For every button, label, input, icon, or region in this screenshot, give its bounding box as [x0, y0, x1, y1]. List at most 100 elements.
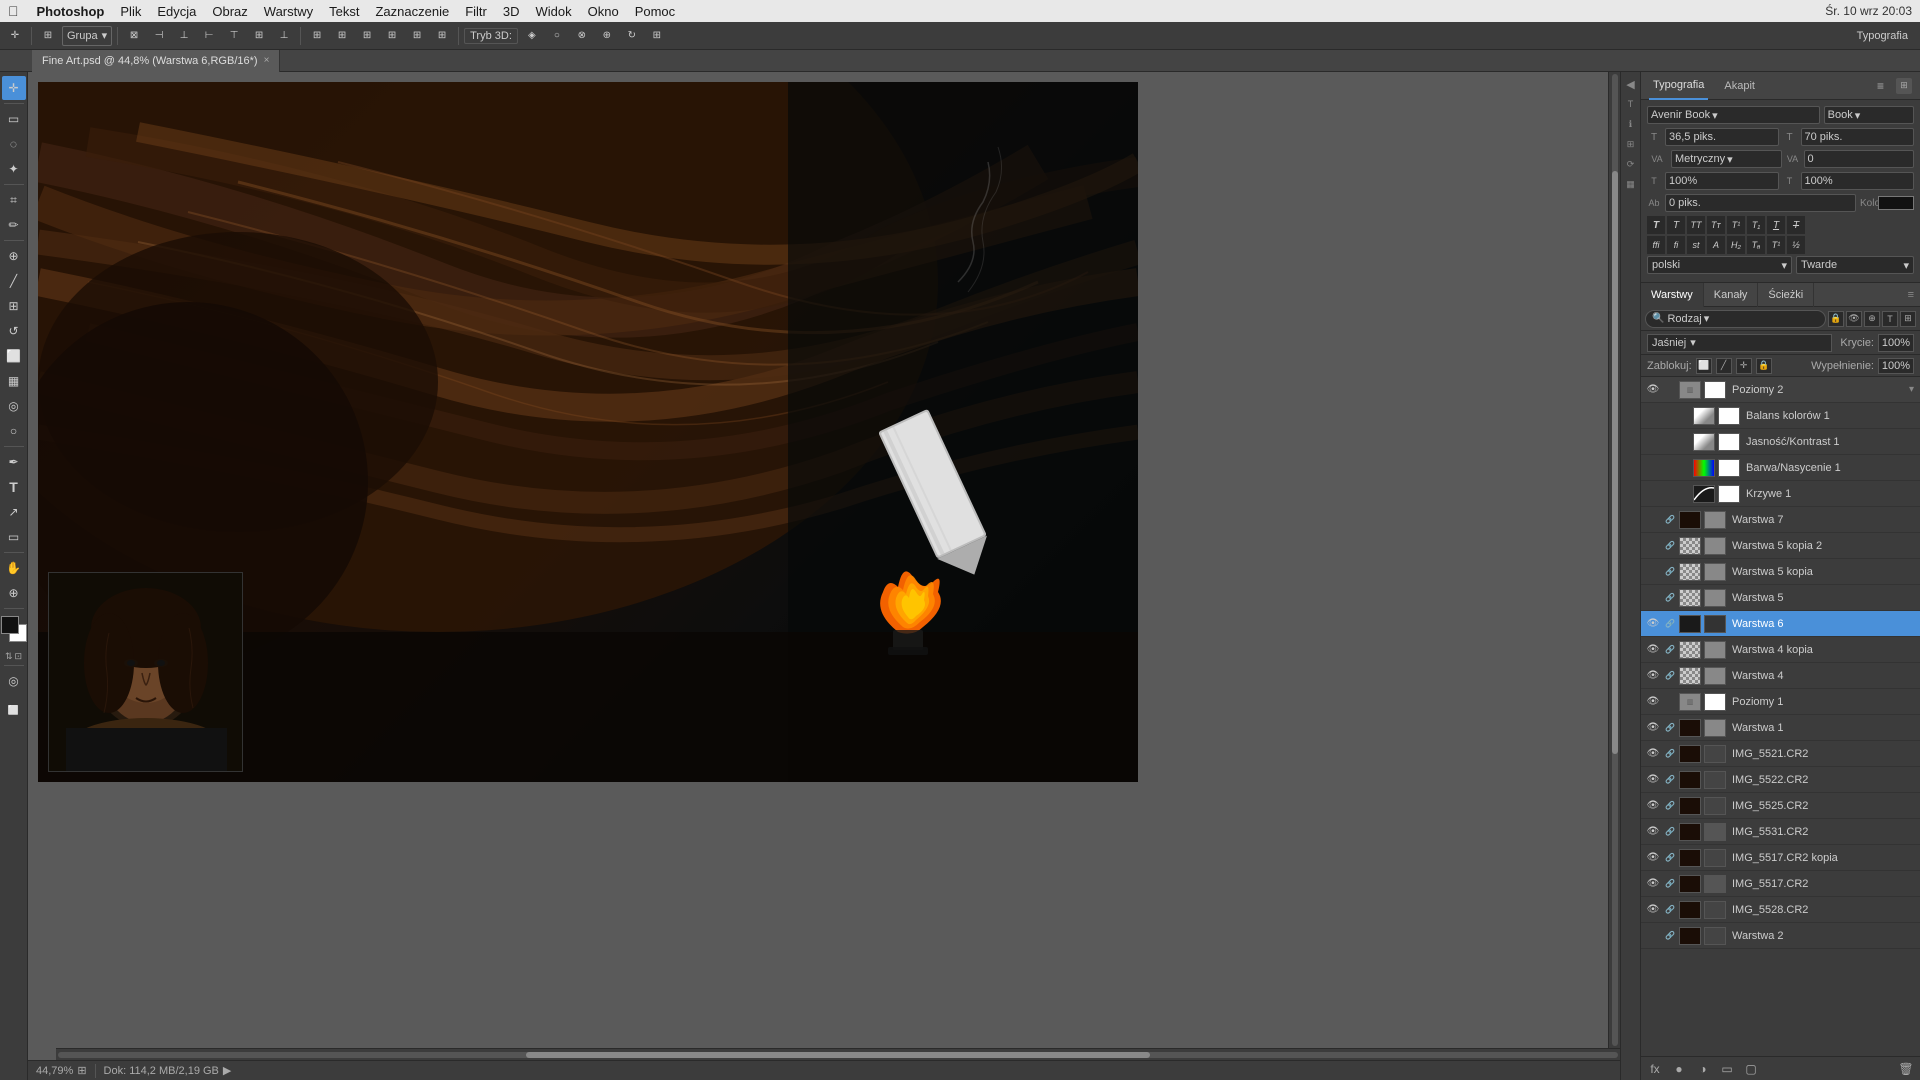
magic-wand-tool[interactable]: ✦	[2, 157, 26, 181]
filter-adj-icon[interactable]: ⊕	[1864, 311, 1880, 327]
layer-item-w2[interactable]: 🔗 Warstwa 2	[1641, 923, 1920, 949]
ligature-btn2[interactable]: fi	[1667, 236, 1685, 254]
layer-item-w1[interactable]: 👁 🔗 Warstwa 1	[1641, 715, 1920, 741]
menu-tekst[interactable]: Tekst	[321, 0, 367, 22]
zoom-tool[interactable]: ⊕	[2, 581, 26, 605]
align-top-btn[interactable]: ⊤	[223, 25, 245, 47]
panel-expand-btn[interactable]: ◀	[1623, 76, 1639, 92]
small-caps-btn[interactable]: Tᴛ	[1707, 216, 1725, 234]
scale-v-input[interactable]: 100%	[1801, 172, 1915, 190]
layer-eye-7[interactable]	[1645, 538, 1661, 554]
layer-eye-18[interactable]: 👁	[1645, 824, 1661, 840]
ordinal-btn[interactable]: st	[1687, 236, 1705, 254]
lock-position-btn[interactable]: ✛	[1736, 358, 1752, 374]
layer-item-warstwa7[interactable]: 🔗 Warstwa 7	[1641, 507, 1920, 533]
layer-item-img5517[interactable]: 👁 🔗 IMG_5517.CR2	[1641, 871, 1920, 897]
distribute-btn5[interactable]: ⊞	[406, 25, 428, 47]
layer-item-w5k[interactable]: 🔗 Warstwa 5 kopia	[1641, 559, 1920, 585]
distribute-btn4[interactable]: ⊞	[381, 25, 403, 47]
ligature-btn1[interactable]: ffi	[1647, 236, 1665, 254]
eraser-tool[interactable]: ⬜	[2, 344, 26, 368]
text-tool[interactable]: T	[2, 475, 26, 499]
lasso-tool[interactable]: ◌	[2, 132, 26, 156]
baseline2-btn[interactable]: Tₐ	[1747, 236, 1765, 254]
panel-menu-icon[interactable]: ≡	[1877, 79, 1884, 93]
font-style-dropdown[interactable]: Book ▾	[1824, 106, 1914, 124]
layer-eye-15[interactable]: 👁	[1645, 746, 1661, 762]
strikethrough-btn[interactable]: T	[1787, 216, 1805, 234]
move-tool-btn[interactable]: ✛	[4, 25, 26, 47]
3d-btn6[interactable]: ⊞	[646, 25, 668, 47]
panel-expand-icon[interactable]: ⊞	[1896, 78, 1912, 94]
layer-item-img5517k[interactable]: 👁 🔗 IMG_5517.CR2 kopia	[1641, 845, 1920, 871]
group-arrow-1[interactable]: ▾	[1909, 384, 1914, 395]
kerning-dropdown[interactable]: Metryczny ▾	[1671, 150, 1782, 168]
clone-stamp-tool[interactable]: ⊞	[2, 294, 26, 318]
align-left-btn[interactable]: ⊣	[148, 25, 170, 47]
font-size-input[interactable]: 36,5 piks.	[1665, 128, 1779, 146]
menu-pomoc[interactable]: Pomoc	[627, 0, 683, 22]
layers-search[interactable]: 🔍 Rodzaj ▾	[1645, 310, 1826, 328]
superscript2-btn[interactable]: T¹	[1767, 236, 1785, 254]
brush-tool[interactable]: ╱	[2, 269, 26, 293]
delete-layer-btn[interactable]: 🗑	[1896, 1060, 1916, 1078]
path-select-tool[interactable]: ↗	[2, 500, 26, 524]
fill-value[interactable]: 100%	[1878, 358, 1914, 374]
zoom-icon[interactable]: ⊞	[77, 1064, 86, 1077]
aa-method-dropdown[interactable]: Twarde ▾	[1796, 256, 1914, 274]
new-adjustment-btn[interactable]: ◑	[1693, 1060, 1713, 1078]
filter-type-icon[interactable]: T	[1882, 311, 1898, 327]
tracking-input[interactable]: 0	[1804, 150, 1915, 168]
distribute-btn6[interactable]: ⊞	[431, 25, 453, 47]
v-scroll-track[interactable]	[1612, 74, 1618, 1046]
tab-typography[interactable]: Typografia	[1649, 72, 1708, 100]
layer-eye-5[interactable]	[1645, 486, 1661, 502]
layer-item-w5[interactable]: 🔗 Warstwa 5	[1641, 585, 1920, 611]
layers-list[interactable]: 👁 ▥ Poziomy 2 ▾ Balans kolorów	[1641, 377, 1920, 1056]
h-scroll-thumb[interactable]	[526, 1052, 1150, 1058]
3d-btn5[interactable]: ↻	[621, 25, 643, 47]
layers-panel-menu[interactable]: ≡	[1902, 289, 1920, 301]
gradient-tool[interactable]: ▦	[2, 369, 26, 393]
menu-obraz[interactable]: Obraz	[204, 0, 255, 22]
font-family-dropdown[interactable]: Avenir Book ▾	[1647, 106, 1820, 124]
menu-okno[interactable]: Okno	[580, 0, 627, 22]
superscript-btn[interactable]: T¹	[1727, 216, 1745, 234]
apple-icon[interactable]: 	[8, 3, 19, 19]
faux-bold-btn[interactable]: T	[1647, 216, 1665, 234]
layer-item-w5k2[interactable]: 🔗 Warstwa 5 kopia 2	[1641, 533, 1920, 559]
doc-tab-close[interactable]: ×	[264, 55, 270, 66]
auto-select-btn[interactable]: ⊞	[37, 25, 59, 47]
panel-icon-3[interactable]: ⊞	[1623, 136, 1639, 152]
shape-tool[interactable]: ▭	[2, 525, 26, 549]
layer-item-balans[interactable]: Balans kolorów 1	[1641, 403, 1920, 429]
lock-all-btn[interactable]: 🔒	[1756, 358, 1772, 374]
layer-item-poziomy2[interactable]: 👁 ▥ Poziomy 2 ▾	[1641, 377, 1920, 403]
layers-tab-warstwy[interactable]: Warstwy	[1641, 283, 1704, 307]
layer-eye-21[interactable]: 👁	[1645, 902, 1661, 918]
layer-item-barwa[interactable]: Barwa/Nasycenie 1	[1641, 455, 1920, 481]
hand-tool[interactable]: ✋	[2, 556, 26, 580]
menu-widok[interactable]: Widok	[528, 0, 580, 22]
screen-mode-btn[interactable]: ⬜	[2, 698, 26, 722]
panel-icon-4[interactable]: ⟳	[1623, 156, 1639, 172]
dodge-tool[interactable]: ○	[2, 419, 26, 443]
layer-eye-1[interactable]: 👁	[1645, 382, 1661, 398]
play-btn[interactable]: ▶	[223, 1064, 231, 1077]
group-dropdown[interactable]: Grupa ▾	[62, 26, 112, 46]
menu-plik[interactable]: Plik	[112, 0, 149, 22]
eyedropper-tool[interactable]: ✏	[2, 213, 26, 237]
layer-eye-9[interactable]	[1645, 590, 1661, 606]
layer-eye-16[interactable]: 👁	[1645, 772, 1661, 788]
distribute-btn2[interactable]: ⊞	[331, 25, 353, 47]
layer-eye-3[interactable]	[1645, 434, 1661, 450]
layer-item-img5522[interactable]: 👁 🔗 IMG_5522.CR2	[1641, 767, 1920, 793]
layer-eye-8[interactable]	[1645, 564, 1661, 580]
lock-transparent-btn[interactable]: ⬜	[1696, 358, 1712, 374]
menu-filtr[interactable]: Filtr	[457, 0, 495, 22]
menu-edycja[interactable]: Edycja	[149, 0, 204, 22]
menu-photoshop[interactable]: Photoshop	[29, 0, 113, 22]
healing-brush-tool[interactable]: ⊕	[2, 244, 26, 268]
layer-item-poziomy1[interactable]: 👁 ▥ Poziomy 1	[1641, 689, 1920, 715]
3d-btn3[interactable]: ⊗	[571, 25, 593, 47]
